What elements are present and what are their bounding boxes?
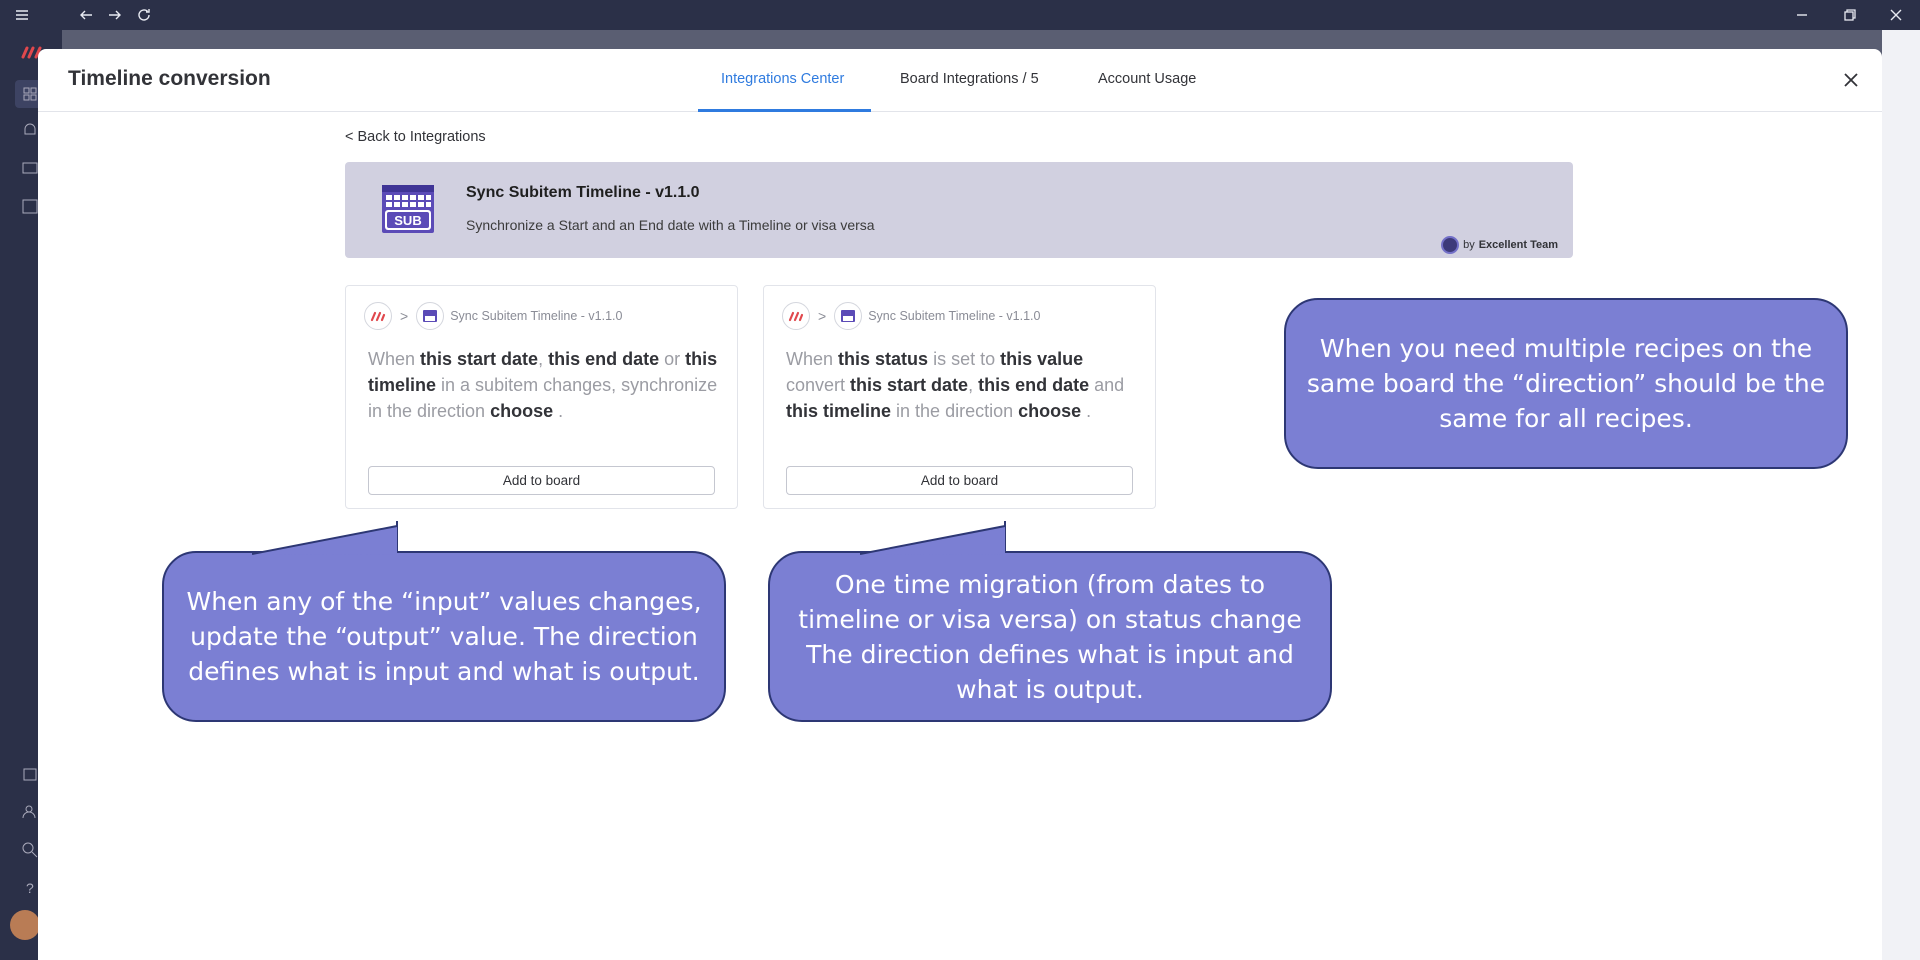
back-arrow-icon[interactable] xyxy=(72,0,100,30)
board-edge xyxy=(1882,30,1920,960)
bell-icon[interactable] xyxy=(20,120,40,140)
recipe-text: When xyxy=(368,349,421,369)
callout-input-output: When any of the “input” values changes, … xyxy=(162,551,726,722)
recipe-text: or xyxy=(659,349,686,369)
tab-integrations-center[interactable]: Integrations Center xyxy=(721,71,844,87)
menu-icon[interactable] xyxy=(8,0,36,30)
recipe-text: . xyxy=(1081,401,1092,421)
chevron-right-icon: > xyxy=(818,308,827,324)
monday-logo-icon xyxy=(20,44,42,64)
recipe-field-start-date[interactable]: this start date xyxy=(850,375,968,395)
back-to-integrations-link[interactable]: < Back to Integrations xyxy=(345,129,486,145)
recipe-field-direction[interactable]: choose xyxy=(490,401,553,421)
integrations-modal: Timeline conversion Integrations Center … xyxy=(38,49,1882,960)
callout-pointer-join xyxy=(860,521,1006,555)
recipe-field-timeline[interactable]: this timeline xyxy=(786,401,891,421)
callout-one-time-migration: One time migration (from dates to timeli… xyxy=(768,551,1332,722)
author-prefix: by xyxy=(1463,239,1475,251)
monday-app-icon xyxy=(782,302,810,330)
author-name: Excellent Team xyxy=(1478,239,1558,251)
recipe-field-start-date[interactable]: this start date xyxy=(420,349,538,369)
author-credit: by Excellent Team xyxy=(1441,236,1558,254)
add-to-board-button[interactable]: Add to board xyxy=(368,466,715,495)
add-to-board-button[interactable]: Add to board xyxy=(786,466,1133,495)
monday-app-icon xyxy=(364,302,392,330)
callout-pointer-join xyxy=(252,521,398,555)
recipe-text: When xyxy=(786,349,839,369)
add-user-icon[interactable] xyxy=(20,802,40,822)
recipe-text: convert xyxy=(786,375,851,395)
restore-icon[interactable] xyxy=(1836,0,1864,30)
modal-header: Timeline conversion Integrations Center … xyxy=(38,49,1882,112)
recipe-field-direction[interactable]: choose xyxy=(1018,401,1081,421)
recipe-sentence: When this start date, this end date or t… xyxy=(368,346,718,424)
recipe-card: > Sync Subitem Timeline - v1.1.0 When th… xyxy=(345,285,738,509)
sub-calendar-icon: SUB xyxy=(381,184,435,234)
tab-account-usage[interactable]: Account Usage xyxy=(1098,71,1196,87)
active-tab-indicator xyxy=(698,109,871,112)
puzzle-icon[interactable] xyxy=(20,764,40,784)
calendar-icon[interactable] xyxy=(20,196,40,216)
forward-arrow-icon[interactable] xyxy=(101,0,129,30)
recipe-text: . xyxy=(553,401,564,421)
recipe-breadcrumb: > Sync Subitem Timeline - v1.1.0 xyxy=(782,302,1040,330)
sub-app-icon xyxy=(834,302,863,330)
recipe-card: > Sync Subitem Timeline - v1.1.0 When th… xyxy=(763,285,1156,509)
recipe-app-name: Sync Subitem Timeline - v1.1.0 xyxy=(868,309,1041,323)
integration-title: Sync Subitem Timeline - v1.1.0 xyxy=(466,184,700,201)
minimize-icon[interactable] xyxy=(1788,0,1816,30)
recipe-field-status[interactable]: this status xyxy=(838,349,928,369)
recipe-text: and xyxy=(1089,375,1125,395)
tab-board-integrations[interactable]: Board Integrations / 5 xyxy=(900,71,1039,87)
avatar[interactable] xyxy=(10,910,40,940)
reload-icon[interactable] xyxy=(130,0,158,30)
author-avatar xyxy=(1441,236,1460,254)
integration-banner: SUB Sync Subitem Timeline - v1.1.0 Synch… xyxy=(345,162,1573,258)
recipe-text: , xyxy=(968,375,979,395)
close-window-icon[interactable] xyxy=(1882,0,1910,30)
svg-text:?: ? xyxy=(26,880,34,896)
recipe-text: is set to xyxy=(928,349,1001,369)
recipe-field-value[interactable]: this value xyxy=(1000,349,1083,369)
recipe-field-end-date[interactable]: this end date xyxy=(978,375,1089,395)
search-icon[interactable] xyxy=(20,840,40,860)
recipe-text: in the direction xyxy=(891,401,1019,421)
recipe-text: , xyxy=(538,349,549,369)
integration-description: Synchronize a Start and an End date with… xyxy=(466,217,875,233)
recipe-sentence: When this status is set to this value co… xyxy=(786,346,1136,424)
inbox-icon[interactable] xyxy=(20,158,40,178)
callout-same-direction: When you need multiple recipes on the sa… xyxy=(1284,298,1848,469)
banner-logo-label: SUB xyxy=(394,213,422,228)
sub-app-icon xyxy=(416,302,445,330)
window-titlebar xyxy=(0,0,1920,30)
close-icon[interactable] xyxy=(1838,67,1864,93)
chevron-right-icon: > xyxy=(400,308,409,324)
help-icon[interactable]: ? xyxy=(20,878,40,898)
recipe-breadcrumb: > Sync Subitem Timeline - v1.1.0 xyxy=(364,302,622,330)
recipe-field-end-date[interactable]: this end date xyxy=(548,349,659,369)
recipe-app-name: Sync Subitem Timeline - v1.1.0 xyxy=(450,309,623,323)
modal-title: Timeline conversion xyxy=(68,67,271,90)
